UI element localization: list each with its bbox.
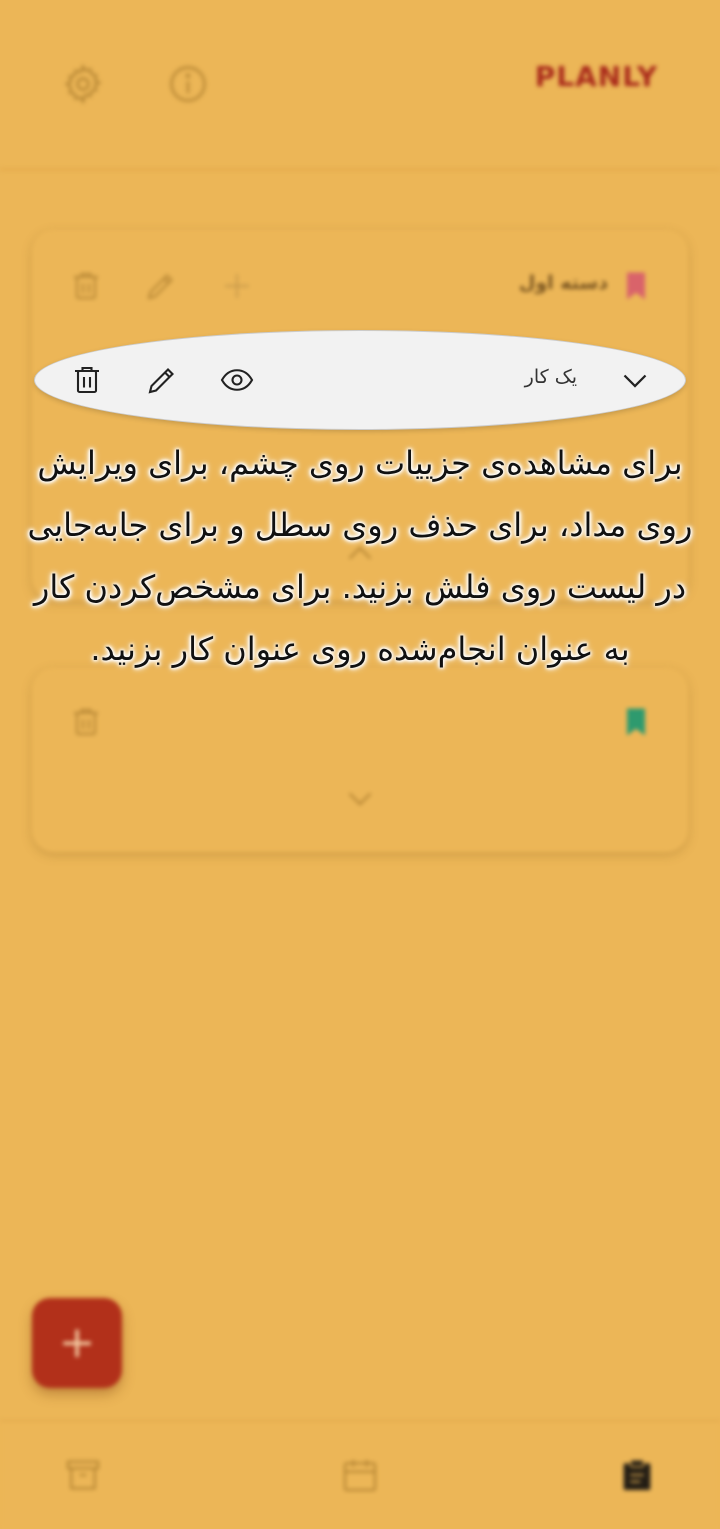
info-icon[interactable] (166, 62, 210, 106)
archive-icon[interactable] (63, 1455, 103, 1495)
eye-icon[interactable] (219, 362, 255, 398)
plus-icon: + (58, 1317, 96, 1368)
add-category-button[interactable]: + (32, 1298, 122, 1388)
task-title[interactable]: یک کار (525, 366, 577, 388)
pencil-icon[interactable] (144, 362, 180, 398)
gear-icon[interactable] (61, 62, 105, 106)
delete-category-icon[interactable] (68, 268, 104, 304)
tutorial-hint-text: برای مشاهده‌ی جزییات روی چشم، برای ویرای… (27, 444, 693, 668)
header-divider (0, 168, 720, 171)
edit-category-icon[interactable] (143, 268, 179, 304)
background-screen: PLANLY دسته اول + (0, 0, 720, 1529)
trash-icon[interactable] (69, 362, 105, 398)
chevron-down-icon[interactable] (342, 780, 378, 816)
delete-category-icon[interactable] (68, 704, 104, 740)
app-logo: PLANLY (534, 60, 658, 93)
category-title[interactable]: دسته اول (519, 272, 608, 294)
bookmark-icon (627, 708, 645, 736)
category-card (32, 668, 688, 852)
calendar-icon[interactable] (340, 1455, 380, 1495)
task-item-highlight (35, 331, 685, 429)
bookmark-icon (627, 272, 645, 300)
app-header: PLANLY (0, 0, 720, 170)
chevron-down-icon[interactable] (617, 362, 653, 398)
clipboard-icon[interactable] (617, 1455, 657, 1495)
add-task-icon[interactable] (219, 268, 255, 304)
